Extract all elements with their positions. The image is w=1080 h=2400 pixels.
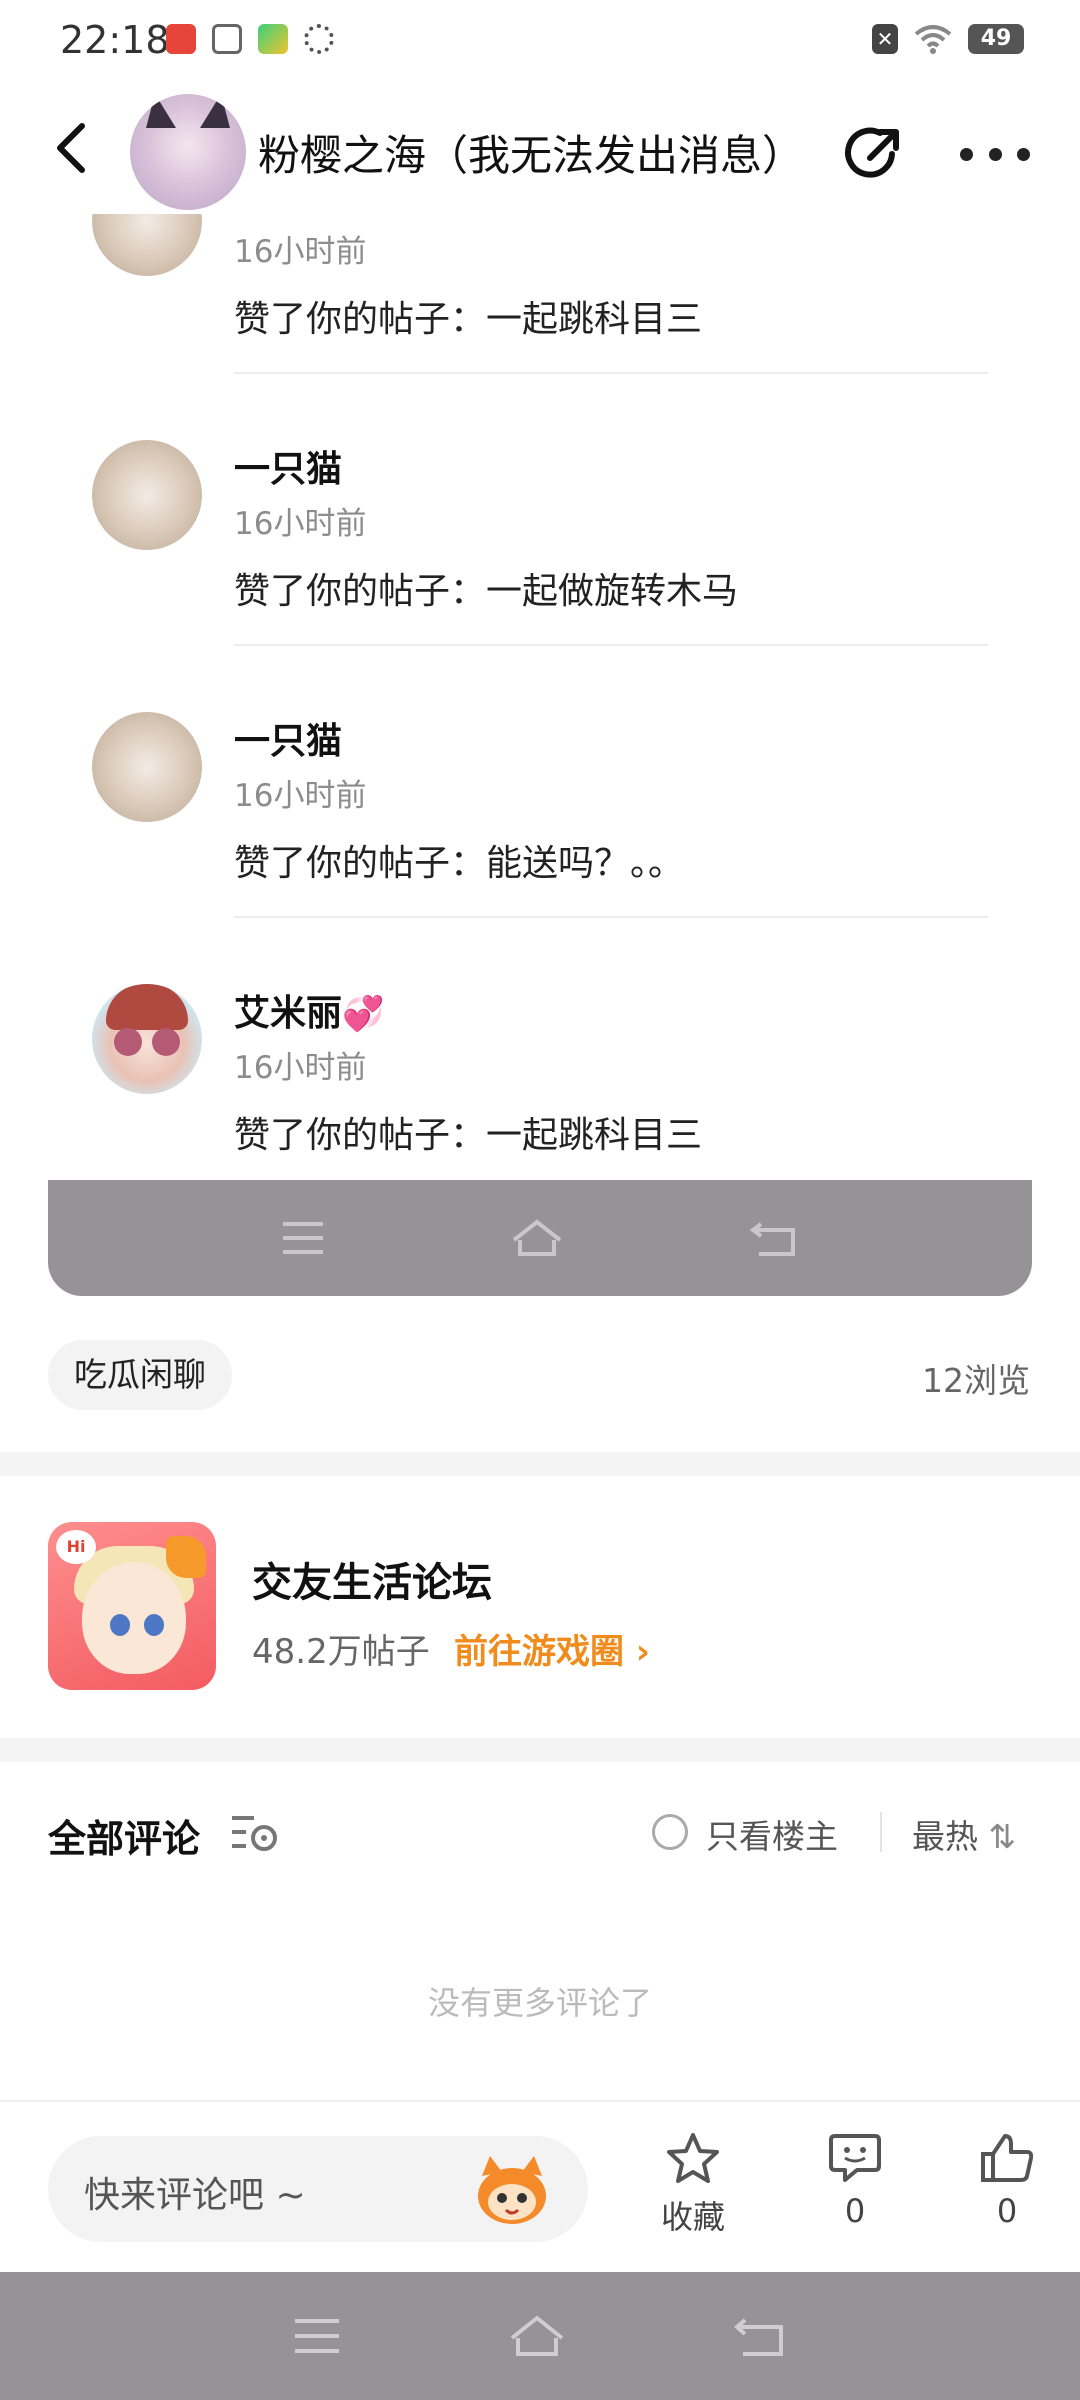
battery-icon: 49 xyxy=(968,24,1024,54)
document-icon xyxy=(212,24,242,54)
like-count: 0 xyxy=(996,2192,1018,2230)
back-nav-icon[interactable] xyxy=(733,2314,787,2358)
avatar[interactable] xyxy=(92,984,202,1094)
forum-post-count: 48.2万帖子 xyxy=(252,1632,430,1672)
forum-icon-eye xyxy=(144,1614,164,1636)
system-nav-bar xyxy=(0,2272,1080,2400)
close-notification-icon: ✕ xyxy=(872,24,898,54)
status-app-icons xyxy=(166,24,334,54)
share-icon[interactable] xyxy=(840,120,906,186)
avatar-eye xyxy=(152,1028,180,1056)
chevron-right-icon: › xyxy=(635,1632,650,1672)
topic-tag[interactable]: 吃瓜闲聊 xyxy=(48,1340,232,1410)
sort-hot-button[interactable]: 最热 ⇅ xyxy=(912,1810,1016,1858)
mascot-emoji-icon[interactable] xyxy=(472,2152,552,2228)
notification-time: 16小时前 xyxy=(234,1050,367,1086)
home-icon[interactable] xyxy=(510,1218,564,1258)
divider xyxy=(234,916,988,918)
notification-message: 赞了你的帖子：一起跳科目三 xyxy=(234,1115,703,1156)
more-dot xyxy=(960,147,973,161)
battery-level: 49 xyxy=(980,26,1012,51)
divider xyxy=(234,372,988,374)
comment-button[interactable]: 0 xyxy=(800,2132,910,2230)
forum-icon-badge: Hi xyxy=(56,1530,96,1564)
app-icon-red xyxy=(166,24,196,54)
section-separator xyxy=(0,1738,1080,1762)
divider xyxy=(234,644,988,646)
user-avatar[interactable] xyxy=(130,94,246,210)
forum-icon-accessory xyxy=(166,1536,206,1578)
notification-message: 赞了你的帖子：一起做旋转木马 xyxy=(234,571,739,612)
home-icon[interactable] xyxy=(508,2314,566,2358)
comment-input[interactable]: 快来评论吧 ~ xyxy=(48,2136,588,2242)
comments-title: 全部评论 xyxy=(48,1817,201,1861)
star-icon xyxy=(667,2133,719,2183)
notification-time: 16小时前 xyxy=(234,234,367,270)
status-right: ✕ 49 xyxy=(872,24,1024,54)
status-bar: 22:18 ✕ 49 xyxy=(0,0,1080,84)
avatar-hair xyxy=(106,984,188,1030)
bottom-action-bar: 快来评论吧 ~ 收藏 0 0 xyxy=(0,2100,1080,2272)
avatar[interactable] xyxy=(92,712,202,822)
go-to-forum-label: 前往游戏圈 xyxy=(454,1632,624,1672)
view-count: 12浏览 xyxy=(922,1361,1030,1400)
user-name-text: 艾米丽 xyxy=(234,993,343,1034)
menu-icon[interactable] xyxy=(281,1220,325,1256)
wifi-icon xyxy=(914,25,952,54)
notification-user-name[interactable]: 一只猫 xyxy=(234,440,342,492)
forum-icon-eye xyxy=(110,1614,130,1636)
no-more-comments: 没有更多评论了 xyxy=(427,1984,652,2022)
back-nav-icon[interactable] xyxy=(749,1218,799,1258)
go-to-forum-link[interactable]: 前往游戏圈 › xyxy=(454,1624,650,1673)
more-icon[interactable] xyxy=(960,134,1030,174)
sort-hot-label: 最热 xyxy=(912,1817,978,1856)
forum-name[interactable]: 交友生活论坛 xyxy=(252,1550,492,1608)
floating-nav-bar xyxy=(48,1180,1032,1296)
status-time: 22:18 xyxy=(60,18,170,62)
notification-time: 16小时前 xyxy=(234,778,367,814)
paw-icon xyxy=(304,24,334,54)
more-dot xyxy=(1017,147,1030,161)
favorite-label: 收藏 xyxy=(660,2198,725,2236)
like-button[interactable]: 0 xyxy=(952,2132,1062,2230)
avatar[interactable] xyxy=(92,440,202,550)
thumbs-up-icon xyxy=(981,2134,1034,2182)
back-arrow-icon[interactable] xyxy=(44,118,104,178)
cat-ear-right xyxy=(200,94,230,128)
filter-icon[interactable] xyxy=(230,1812,280,1852)
more-dot xyxy=(988,147,1002,161)
only-owner-radio[interactable] xyxy=(652,1814,688,1850)
forum-icon[interactable]: Hi xyxy=(48,1522,216,1690)
forum-icon-face xyxy=(82,1562,186,1674)
notification-user-name[interactable]: 一只猫 xyxy=(234,712,342,764)
divider xyxy=(880,1812,882,1852)
menu-icon[interactable] xyxy=(293,2317,341,2355)
comment-input-placeholder: 快来评论吧 ~ xyxy=(84,2175,306,2216)
top-header: 粉樱之海（我无法发出消息） xyxy=(0,84,1080,214)
cat-ear-left xyxy=(146,94,176,128)
notification-time: 16小时前 xyxy=(234,506,367,542)
page-title: 粉樱之海（我无法发出消息） xyxy=(258,131,805,180)
notification-message: 赞了你的帖子：一起跳科目三 xyxy=(234,299,703,340)
sort-icon: ⇅ xyxy=(988,1817,1017,1856)
section-separator xyxy=(0,1452,1080,1476)
notification-message: 赞了你的帖子：能送吗？。。 xyxy=(234,843,685,884)
only-owner-label[interactable]: 只看楼主 xyxy=(706,1810,838,1858)
avatar-eye xyxy=(114,1028,142,1056)
heart-icon: 💞 xyxy=(342,994,385,1034)
video-icon xyxy=(258,24,288,54)
favorite-button[interactable]: 收藏 xyxy=(638,2132,748,2238)
comment-bubble-icon xyxy=(829,2134,881,2182)
comment-count: 0 xyxy=(844,2192,866,2230)
notification-user-name[interactable]: 艾米丽💞 xyxy=(234,984,384,1036)
